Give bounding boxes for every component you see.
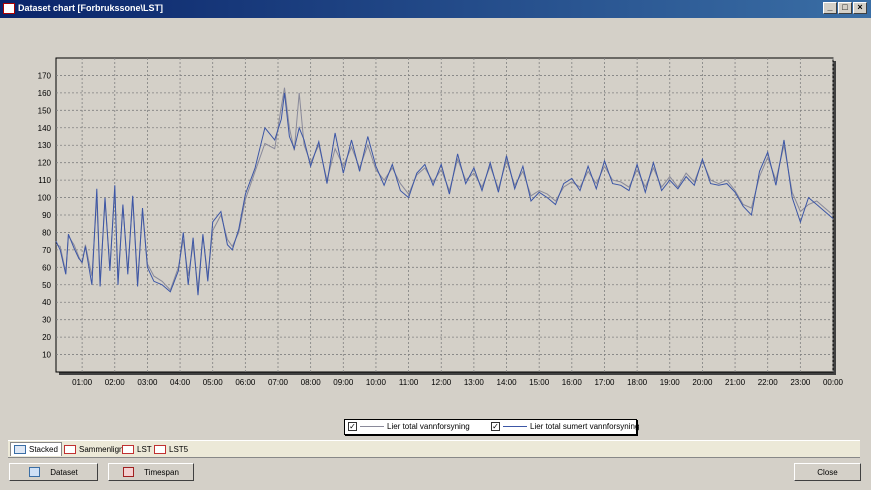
tab-stacked[interactable]: Stacked [10, 442, 62, 456]
x-tick-label: 21:00 [725, 378, 746, 387]
x-tick-label: 03:00 [137, 378, 158, 387]
y-tick-label: 10 [42, 351, 51, 360]
x-tick-label: 16:00 [562, 378, 583, 387]
chart-area: 10 20 30 40 50 60 70 80 90 100 110 120 130 140 150 160 1… [0, 18, 871, 438]
maximize-button[interactable]: □ [838, 2, 852, 14]
tab-label: Stacked [29, 445, 58, 454]
x-tick-label: 10:00 [366, 378, 387, 387]
chart-legend: ✓ Lier total vannforsyning ✓ Lier total … [344, 419, 639, 435]
y-tick-label: 170 [38, 71, 52, 80]
y-tick-label: 140 [38, 124, 52, 133]
close-button-label: Close [817, 467, 838, 477]
x-tick-label: 05:00 [203, 378, 224, 387]
x-tick-label: 00:00 [823, 378, 844, 387]
x-tick-label: 04:00 [170, 378, 191, 387]
minimize-button[interactable]: _ [823, 2, 837, 14]
y-tick-label: 70 [42, 246, 51, 255]
timespan-button[interactable]: Timespan [108, 463, 194, 481]
y-tick-label: 30 [42, 316, 51, 325]
tab-lst5[interactable]: LST5 [151, 442, 191, 456]
legend-item-sumert[interactable]: ✓ Lier total sumert vannforsyning [491, 422, 639, 431]
line-chart: 10 20 30 40 50 60 70 80 90 100 110 120 130 140 150 160 1… [38, 57, 844, 387]
y-tick-label: 80 [42, 228, 51, 237]
line-chart-icon [154, 444, 166, 454]
close-window-button[interactable]: × [853, 2, 867, 14]
chart-tabs: Stacked Sammenlign LST LST5 [8, 440, 860, 458]
x-tick-label: 11:00 [399, 378, 419, 387]
tab-label: LST [137, 444, 152, 454]
close-button[interactable]: Close [794, 463, 861, 481]
legend-checkbox-sumert[interactable]: ✓ [491, 422, 500, 431]
x-tick-label: 23:00 [790, 378, 811, 387]
legend-item-total[interactable]: ✓ Lier total vannforsyning [348, 422, 470, 431]
dataset-button[interactable]: Dataset [9, 463, 98, 481]
tab-label: Sammenlign [79, 444, 124, 454]
bottom-toolbar: Dataset Timespan Close [0, 458, 871, 490]
x-tick-label: 12:00 [431, 378, 452, 387]
y-tick-label: 160 [38, 89, 52, 98]
y-tick-label: 50 [42, 281, 51, 290]
y-tick-label: 120 [38, 159, 52, 168]
legend-line-total [360, 426, 384, 427]
y-tick-label: 40 [42, 298, 51, 307]
y-tick-label: 150 [38, 106, 52, 115]
x-tick-label: 06:00 [235, 378, 256, 387]
x-tick-label: 18:00 [627, 378, 648, 387]
x-tick-label: 09:00 [333, 378, 354, 387]
x-tick-label: 20:00 [692, 378, 713, 387]
legend-line-sumert [503, 426, 527, 427]
x-tick-label: 14:00 [497, 378, 518, 387]
y-tick-label: 20 [42, 333, 51, 342]
y-tick-label: 90 [42, 211, 51, 220]
line-chart-icon [64, 444, 76, 454]
y-tick-label: 60 [42, 263, 51, 272]
window-controls: _ □ × [823, 2, 867, 14]
x-tick-label: 07:00 [268, 378, 289, 387]
timespan-button-label: Timespan [144, 467, 179, 477]
window-title: Dataset chart [Forbrukssone\LST] [18, 3, 164, 13]
x-tick-label: 19:00 [660, 378, 681, 387]
x-tick-label: 15:00 [529, 378, 550, 387]
dataset-icon [29, 467, 41, 477]
legend-checkbox-total[interactable]: ✓ [348, 422, 357, 431]
title-bar: Dataset chart [Forbrukssone\LST] _ □ × [0, 0, 871, 18]
x-tick-label: 13:00 [464, 378, 485, 387]
x-tick-label: 17:00 [594, 378, 615, 387]
calendar-icon [123, 467, 135, 477]
x-tick-label: 02:00 [105, 378, 126, 387]
x-tick-label: 22:00 [758, 378, 779, 387]
legend-label-sumert: Lier total sumert vannforsyning [530, 422, 640, 431]
y-tick-label: 110 [38, 176, 51, 185]
y-tick-label: 100 [38, 194, 52, 203]
x-tick-label: 08:00 [301, 378, 322, 387]
y-tick-label: 130 [38, 141, 52, 150]
chart-app-icon [3, 3, 15, 14]
tab-label: LST5 [169, 444, 189, 454]
tab-sammenlign[interactable]: Sammenlign [61, 442, 126, 456]
x-tick-label: 01:00 [72, 378, 93, 387]
line-chart-icon [122, 444, 134, 454]
legend-label-total: Lier total vannforsyning [387, 422, 470, 431]
tab-lst[interactable]: LST [119, 442, 155, 456]
dataset-button-label: Dataset [50, 467, 78, 477]
stacked-chart-icon [14, 445, 26, 454]
